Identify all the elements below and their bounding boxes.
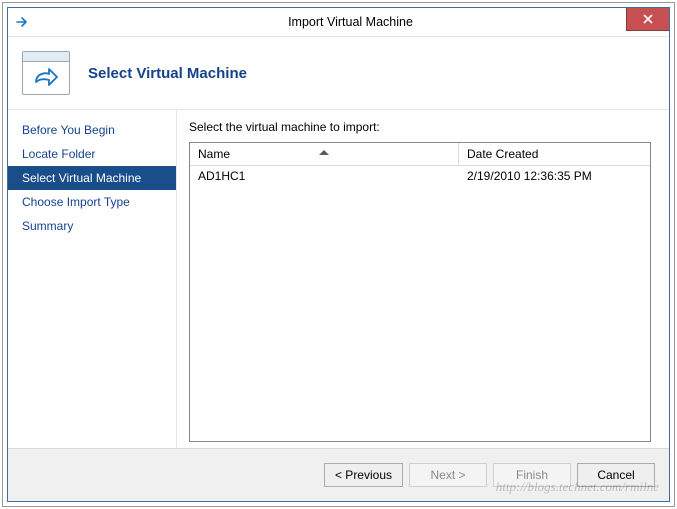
step-summary[interactable]: Summary [8,214,176,238]
wizard-window: Import Virtual Machine Select Virtual Ma… [7,7,670,502]
titlebar: Import Virtual Machine [8,8,669,36]
step-locate-folder[interactable]: Locate Folder [8,142,176,166]
previous-button[interactable]: < Previous [324,463,403,487]
cell-date: 2/19/2010 12:36:35 PM [459,169,650,183]
column-header-date[interactable]: Date Created [459,143,650,165]
close-icon [643,14,653,24]
wizard-header: Select Virtual Machine [8,36,669,110]
cancel-button[interactable]: Cancel [577,463,655,487]
wizard-body: Before You Begin Locate Folder Select Vi… [8,110,669,448]
column-header-name[interactable]: Name [190,143,459,165]
finish-button[interactable]: Finish [493,463,571,487]
window-title: Import Virtual Machine [32,15,669,29]
steps-sidebar: Before You Begin Locate Folder Select Vi… [8,110,176,448]
column-header-date-label: Date Created [467,147,538,161]
step-before-you-begin[interactable]: Before You Begin [8,118,176,142]
list-header: Name Date Created [190,143,650,166]
sort-ascending-icon [319,150,329,155]
import-icon [22,51,70,95]
step-select-virtual-machine[interactable]: Select Virtual Machine [8,166,176,190]
vm-list[interactable]: Name Date Created AD1HC1 2/19/2010 12:36… [189,142,651,442]
table-row[interactable]: AD1HC1 2/19/2010 12:36:35 PM [190,166,650,186]
list-body: AD1HC1 2/19/2010 12:36:35 PM [190,166,650,441]
step-choose-import-type[interactable]: Choose Import Type [8,190,176,214]
app-icon [14,13,32,31]
next-button[interactable]: Next > [409,463,487,487]
page-title: Select Virtual Machine [88,65,247,82]
wizard-footer: < Previous Next > Finish Cancel [8,448,669,501]
main-panel: Select the virtual machine to import: Na… [176,110,669,448]
close-button[interactable] [626,8,669,31]
instruction-text: Select the virtual machine to import: [189,120,651,134]
cell-name: AD1HC1 [190,169,459,183]
column-header-name-label: Name [198,147,230,161]
